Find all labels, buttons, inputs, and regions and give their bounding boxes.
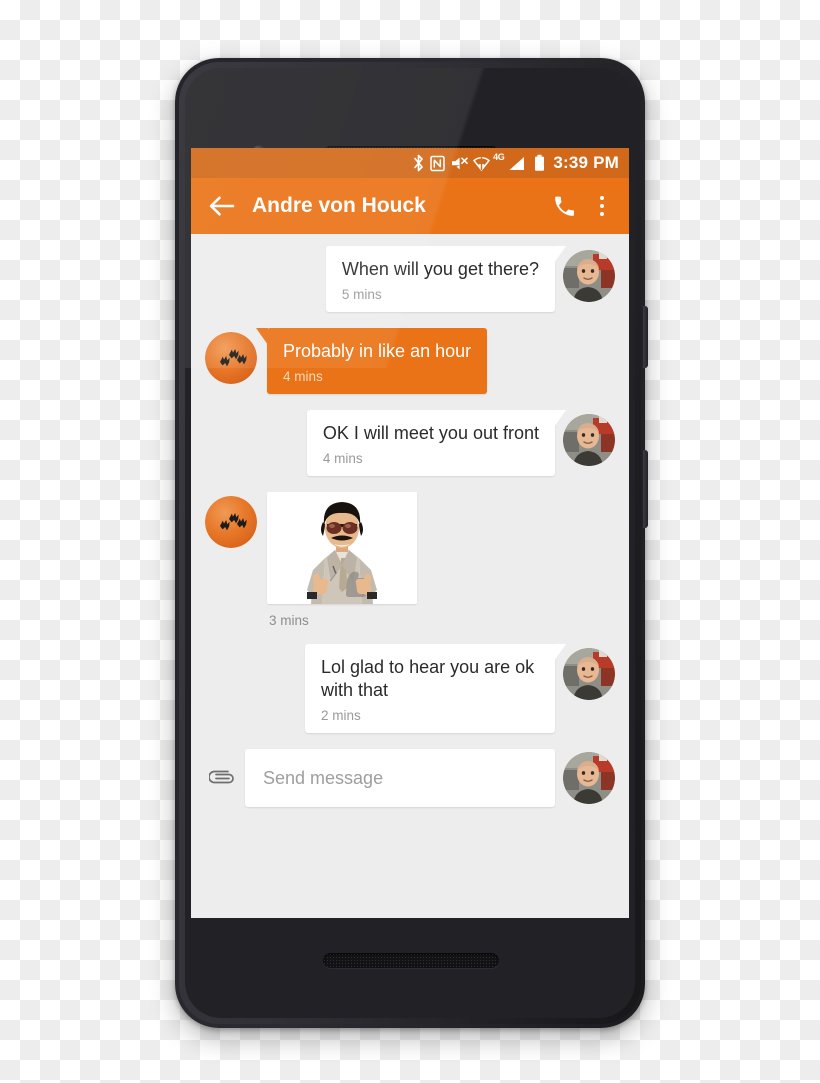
- avatar-contact[interactable]: [563, 752, 615, 804]
- overflow-dot: [599, 203, 605, 209]
- message-row: Lol glad to hear you are ok with that 2 …: [191, 644, 629, 733]
- app-bar: Andre von Houck: [191, 178, 629, 234]
- image-message: 3 mins: [267, 492, 417, 628]
- network-type-label: 4G: [493, 152, 505, 162]
- status-time: 3:39 PM: [553, 153, 619, 172]
- message-bubble-incoming[interactable]: When will you get there? 5 mins: [325, 246, 567, 312]
- avatar-birds-icon: [205, 332, 257, 384]
- attach-button[interactable]: [205, 761, 239, 795]
- volume-mute-icon: [452, 157, 468, 169]
- call-button[interactable]: [547, 189, 581, 223]
- avatar-contact[interactable]: [563, 250, 615, 302]
- avatar-photo: [563, 752, 615, 804]
- bottom-speaker: [323, 953, 499, 968]
- avatar-photo: [563, 250, 615, 302]
- message-text: Probably in like an hour: [283, 341, 472, 361]
- message-row: Probably in like an hour 4 mins: [191, 328, 629, 394]
- message-timestamp: 4 mins: [283, 369, 323, 384]
- bluetooth-icon: [414, 154, 423, 172]
- avatar-self[interactable]: [205, 496, 257, 548]
- message-timestamp: 4 mins: [322, 451, 363, 466]
- overflow-dot: [599, 195, 605, 201]
- message-input[interactable]: [245, 749, 555, 807]
- canvas: 4G 3:39 PM Andre von Houck When will you…: [0, 0, 820, 1083]
- arrow-left-icon: [209, 196, 235, 216]
- sticker-thumbs-up-man: [267, 492, 417, 604]
- message-composer: [191, 749, 629, 807]
- message-text: OK I will meet you out front: [322, 423, 539, 443]
- message-row: 3 mins: [191, 492, 629, 628]
- phone-device: 4G 3:39 PM Andre von Houck When will you…: [175, 58, 648, 1028]
- message-row: When will you get there? 5 mins: [191, 246, 629, 312]
- status-bar: 4G 3:39 PM: [191, 148, 629, 178]
- page-title: Andre von Houck: [252, 194, 426, 217]
- message-image-attachment[interactable]: [267, 492, 417, 604]
- message-bubble-incoming[interactable]: OK I will meet you out front 4 mins: [306, 410, 567, 476]
- avatar-contact[interactable]: [563, 414, 615, 466]
- message-timestamp: 5 mins: [341, 287, 382, 302]
- overflow-menu-button[interactable]: [589, 189, 615, 223]
- avatar-contact[interactable]: [563, 648, 615, 700]
- wifi-icon: [473, 156, 491, 171]
- message-text: When will you get there?: [341, 259, 539, 279]
- avatar-self[interactable]: [205, 332, 257, 384]
- battery-icon: [535, 154, 545, 171]
- avatar-photo: [563, 648, 615, 700]
- message-bubble-incoming[interactable]: Lol glad to hear you are ok with that 2 …: [305, 644, 566, 733]
- message-bubble-outgoing[interactable]: Probably in like an hour 4 mins: [255, 328, 488, 394]
- paperclip-icon: [209, 770, 234, 784]
- volume-rocker-button[interactable]: [643, 450, 648, 528]
- message-list[interactable]: When will you get there? 5 mins Probably…: [191, 234, 629, 918]
- nfc-icon: [430, 155, 445, 171]
- avatar-birds-icon: [205, 496, 257, 548]
- message-timestamp: 2 mins: [321, 708, 361, 723]
- phone-icon: [554, 196, 574, 216]
- message-timestamp: 3 mins: [269, 613, 309, 628]
- power-button[interactable]: [643, 306, 648, 368]
- phone-screen: 4G 3:39 PM Andre von Houck When will you…: [191, 148, 629, 918]
- back-button[interactable]: [205, 189, 239, 223]
- cell-signal-icon: [509, 156, 525, 170]
- overflow-dot: [599, 211, 605, 217]
- message-text: Lol glad to hear you are ok with that: [321, 657, 535, 700]
- avatar-photo: [563, 414, 615, 466]
- message-row: OK I will meet you out front 4 mins: [191, 410, 629, 476]
